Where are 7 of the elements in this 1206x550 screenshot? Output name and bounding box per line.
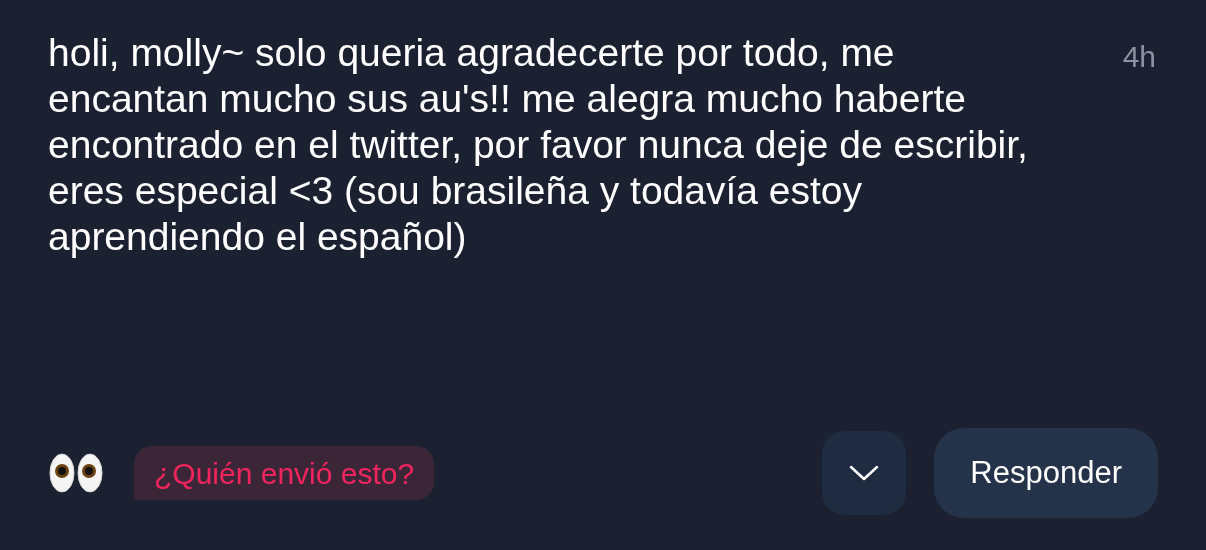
reply-button[interactable]: Responder	[934, 428, 1158, 518]
chevron-down-icon	[849, 465, 880, 481]
expand-button[interactable]	[822, 431, 907, 515]
eyes-icon	[48, 452, 104, 494]
timestamp: 4h	[1122, 39, 1156, 75]
sender-prompt: ¿Quién envió esto?	[154, 455, 415, 492]
message-text: holi, molly~ solo queria agradecerte por todo, me encantan mucho sus au's!! me alegra mucho haberte encontrado en el twitter, por favor nunca deje de escribir, eres especial <3 (sou brasileña y todavía estoy aprendiendo el español)	[48, 30, 1029, 260]
